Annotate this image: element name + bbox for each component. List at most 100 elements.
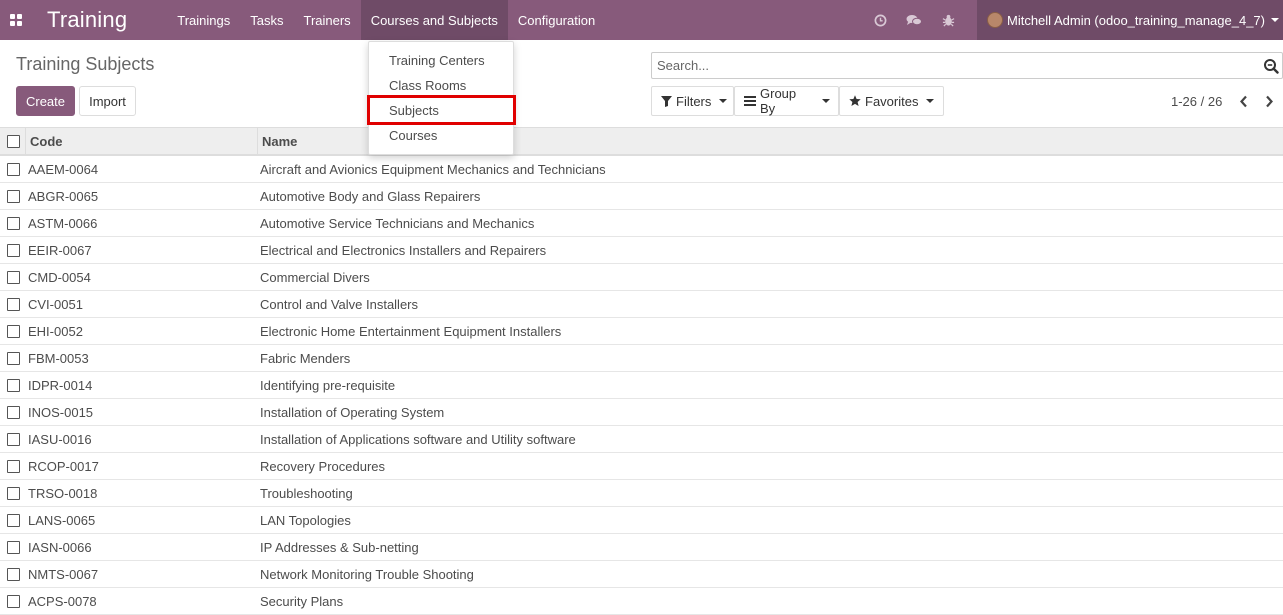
row-checkbox[interactable] bbox=[0, 513, 25, 527]
cell-code: IASN-0066 bbox=[28, 539, 92, 555]
menu-tasks[interactable]: Tasks bbox=[240, 0, 293, 40]
cell-code: LANS-0065 bbox=[28, 512, 96, 528]
group-by-button[interactable]: Group By bbox=[734, 86, 839, 116]
dropdown-item-courses[interactable]: Courses bbox=[389, 128, 437, 143]
cell-name: IP Addresses & Sub-netting bbox=[260, 539, 419, 555]
cell-code: EHI-0052 bbox=[28, 323, 83, 339]
cell-code: FBM-0053 bbox=[28, 350, 89, 366]
row-checkbox[interactable] bbox=[0, 432, 25, 446]
menu-trainings[interactable]: Trainings bbox=[167, 0, 240, 40]
row-checkbox[interactable] bbox=[0, 594, 25, 608]
row-checkbox[interactable] bbox=[0, 216, 25, 230]
top-navbar: Training Trainings Tasks Trainers Course… bbox=[0, 0, 1283, 40]
avatar bbox=[987, 12, 1003, 28]
table-row[interactable]: INOS-0015 Installation of Operating Syste… bbox=[0, 399, 1283, 426]
cell-code: AAEM-0064 bbox=[28, 161, 99, 177]
cell-name: Fabric Menders bbox=[260, 350, 351, 366]
bug-icon[interactable] bbox=[931, 0, 965, 40]
cell-code: ASTM-0066 bbox=[28, 215, 98, 231]
menu-courses-and-subjects[interactable]: Courses and Subjects bbox=[360, 0, 508, 40]
create-button[interactable]: Create bbox=[16, 86, 75, 116]
star-icon bbox=[849, 95, 861, 107]
table-row[interactable]: ASTM-0066 Automotive Service Technicians … bbox=[0, 210, 1283, 237]
table-row[interactable]: AAEM-0064 Aircraft and Avionics Equipment… bbox=[0, 156, 1283, 183]
favorites-button[interactable]: Favorites bbox=[839, 86, 944, 116]
row-checkbox[interactable] bbox=[0, 378, 25, 392]
row-checkbox[interactable] bbox=[0, 189, 25, 203]
chevron-down-icon bbox=[1271, 18, 1279, 22]
table-row[interactable]: EHI-0052 Electronic Home Entertainment Eq… bbox=[0, 318, 1283, 345]
search-icon[interactable] bbox=[1263, 58, 1279, 77]
app-brand[interactable]: Training bbox=[47, 7, 127, 33]
table-row[interactable]: ACPS-0078 Security Plans bbox=[0, 588, 1283, 615]
row-checkbox[interactable] bbox=[0, 243, 25, 257]
table-row[interactable]: LANS-0065 LAN Topologies bbox=[0, 507, 1283, 534]
search-bar bbox=[651, 52, 1283, 79]
row-checkbox[interactable] bbox=[0, 540, 25, 554]
cell-name: Commercial Divers bbox=[260, 269, 370, 285]
cell-code: ABGR-0065 bbox=[28, 188, 99, 204]
row-checkbox[interactable] bbox=[0, 459, 25, 473]
cell-code: ACPS-0078 bbox=[28, 593, 97, 609]
cell-code: TRSO-0018 bbox=[28, 485, 98, 501]
subjects-highlight-box bbox=[367, 95, 516, 125]
select-all-checkbox[interactable] bbox=[0, 134, 25, 148]
table-row[interactable]: CVI-0051 Control and Valve Installers bbox=[0, 291, 1283, 318]
page-title: Training Subjects bbox=[16, 54, 155, 74]
row-checkbox[interactable] bbox=[0, 270, 25, 284]
bars-icon bbox=[744, 96, 756, 106]
filters-label: Filters bbox=[676, 93, 712, 109]
dropdown-item-class-rooms[interactable]: Class Rooms bbox=[389, 78, 466, 93]
chevron-down-icon bbox=[822, 99, 830, 103]
row-checkbox[interactable] bbox=[0, 324, 25, 338]
table-row[interactable]: IDPR-0014 Identifying pre-requisite bbox=[0, 372, 1283, 399]
menu-configuration[interactable]: Configuration bbox=[508, 0, 605, 40]
table-row[interactable]: FBM-0053 Fabric Menders bbox=[0, 345, 1283, 372]
cell-name: Electronic Home Entertainment Equipment … bbox=[260, 323, 562, 339]
table-row[interactable]: ABGR-0065 Automotive Body and Glass Repai… bbox=[0, 183, 1283, 210]
column-header-code[interactable]: Code bbox=[25, 128, 257, 154]
table-row[interactable]: CMD-0054 Commercial Divers bbox=[0, 264, 1283, 291]
table-row[interactable]: IASU-0016 Installation of Applications so… bbox=[0, 426, 1283, 453]
row-checkbox[interactable] bbox=[0, 486, 25, 500]
filter-icon bbox=[661, 95, 672, 107]
menu-trainers[interactable]: Trainers bbox=[293, 0, 360, 40]
cell-name: Security Plans bbox=[260, 593, 344, 609]
filters-button[interactable]: Filters bbox=[651, 86, 734, 116]
main-menu: Trainings Tasks Trainers Courses and Sub… bbox=[167, 0, 605, 40]
cell-code: IDPR-0014 bbox=[28, 377, 93, 393]
table-row[interactable]: EEIR-0067 Electrical and Electronics Inst… bbox=[0, 237, 1283, 264]
pager-value[interactable]: 1-26 / 26 bbox=[1171, 94, 1222, 109]
row-checkbox[interactable] bbox=[0, 351, 25, 365]
cell-name: Automotive Service Technicians and Mecha… bbox=[260, 215, 535, 231]
table-row[interactable]: RCOP-0017 Recovery Procedures bbox=[0, 453, 1283, 480]
cell-code: CVI-0051 bbox=[28, 296, 83, 312]
cell-name: Installation of Applications software an… bbox=[260, 431, 576, 447]
chevron-right-icon[interactable] bbox=[1262, 93, 1276, 109]
cell-code: IASU-0016 bbox=[28, 431, 92, 447]
clock-icon[interactable] bbox=[863, 0, 897, 40]
row-checkbox[interactable] bbox=[0, 405, 25, 419]
table-row[interactable]: NMTS-0067 Network Monitoring Trouble Shoo… bbox=[0, 561, 1283, 588]
import-button[interactable]: Import bbox=[79, 86, 136, 116]
dropdown-item-training-centers[interactable]: Training Centers bbox=[389, 53, 485, 68]
group-by-label: Group By bbox=[760, 86, 797, 116]
table-row[interactable]: TRSO-0018 Troubleshooting bbox=[0, 480, 1283, 507]
chevron-left-icon[interactable] bbox=[1236, 93, 1250, 109]
row-checkbox[interactable] bbox=[0, 567, 25, 581]
user-menu[interactable]: Mitchell Admin (odoo_training_manage_4_7… bbox=[977, 0, 1283, 40]
cell-code: INOS-0015 bbox=[28, 404, 94, 420]
cell-name: LAN Topologies bbox=[260, 512, 351, 528]
row-checkbox[interactable] bbox=[0, 297, 25, 311]
search-input[interactable] bbox=[652, 53, 1242, 78]
apps-icon[interactable] bbox=[0, 0, 32, 40]
row-checkbox[interactable] bbox=[0, 162, 25, 176]
cell-name: Network Monitoring Trouble Shooting bbox=[260, 566, 474, 582]
chevron-down-icon bbox=[719, 99, 728, 103]
cell-name: Aircraft and Avionics Equipment Mechanic… bbox=[260, 161, 606, 177]
table-row[interactable]: IASN-0066 IP Addresses & Sub-netting bbox=[0, 534, 1283, 561]
cell-code: CMD-0054 bbox=[28, 269, 91, 285]
chat-icon[interactable] bbox=[897, 0, 931, 40]
cell-name: Control and Valve Installers bbox=[260, 296, 419, 312]
cell-name: Identifying pre-requisite bbox=[260, 377, 396, 393]
